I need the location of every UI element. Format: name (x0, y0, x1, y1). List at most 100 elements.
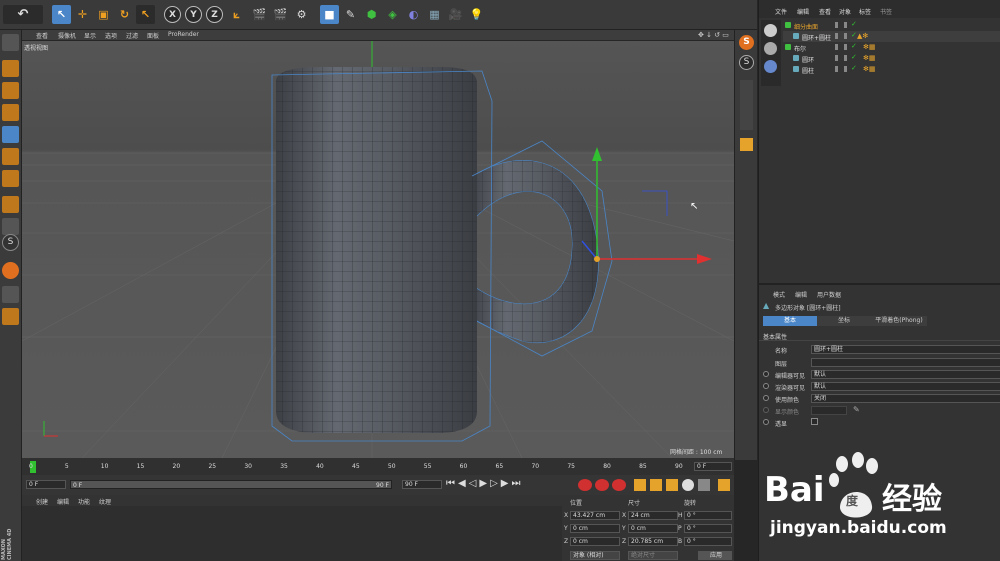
subdivision-icon[interactable]: ⬢ (362, 5, 381, 24)
rot-p-field[interactable]: 0 ° (684, 524, 732, 533)
snap-toggle-icon[interactable]: S (739, 55, 754, 70)
snap-icon[interactable]: S (2, 234, 19, 251)
quantize-icon[interactable] (740, 138, 753, 151)
render-view-icon[interactable]: 🎬 (250, 5, 269, 24)
transport-controls[interactable]: ⏮◀◁▶▷▶⏭ (446, 478, 523, 489)
anim-dot[interactable] (763, 407, 769, 413)
key-scale-icon[interactable] (650, 479, 662, 491)
attr-editor-visible-select[interactable]: 默认 (811, 370, 1000, 379)
anim-dot[interactable] (763, 371, 769, 377)
menu-prorender[interactable]: ProRender (168, 31, 199, 38)
material-menu-edit[interactable]: 编辑 (57, 497, 69, 506)
cube-icon[interactable]: ■ (320, 5, 339, 24)
object-name[interactable]: 布尔 (794, 44, 806, 53)
obj-sphere-icon[interactable] (764, 24, 777, 37)
visibility-dots-icon[interactable] (835, 44, 847, 50)
make-editable-icon[interactable] (2, 34, 19, 51)
menu-options[interactable]: 选项 (105, 31, 117, 40)
visibility-dots-icon[interactable] (835, 66, 847, 72)
points-mode-icon[interactable] (2, 126, 19, 143)
pos-y-field[interactable]: 0 cm (570, 524, 620, 533)
recent-tool-icon[interactable]: ↖ (136, 5, 155, 24)
timeline-ruler[interactable]: 0 5 10 15 20 25 30 35 40 45 50 55 60 65 70 75 80 85 90 0 F (22, 458, 734, 475)
obj-menu-objects[interactable]: 对象 (839, 7, 851, 16)
render-settings-icon[interactable]: ⚙ (292, 5, 311, 24)
tag-icon[interactable]: ✻▦ (863, 43, 875, 51)
object-name[interactable]: 圆环+圆柱 (802, 33, 831, 42)
visibility-dots-icon[interactable] (835, 22, 847, 28)
material-menu-texture[interactable]: 纹理 (99, 497, 111, 506)
workplane-icon[interactable] (2, 104, 19, 121)
tag-icon[interactable]: ✻▦ (863, 65, 875, 73)
tag-icon[interactable]: ▲✻ (857, 32, 868, 40)
visibility-dots-icon[interactable] (835, 33, 847, 39)
object-row[interactable]: 圆环+圆柱 ✓ ▲✻ (783, 31, 1000, 42)
pen-spline-icon[interactable]: ✎ (341, 5, 360, 24)
tag-icon[interactable]: ✻▦ (863, 54, 875, 62)
polygons-mode-icon[interactable] (2, 170, 19, 187)
locked-workplane-icon[interactable] (2, 308, 19, 325)
deformer-icon[interactable]: ◐ (404, 5, 423, 24)
attr-menu-edit[interactable]: 编辑 (795, 290, 807, 299)
object-name[interactable]: 圆环 (802, 55, 814, 64)
attr-render-visible-select[interactable]: 默认 (811, 382, 1000, 391)
enabled-check-icon[interactable]: ✓ (851, 42, 857, 50)
key-pla-icon[interactable] (698, 479, 710, 491)
viewport-solo-icon[interactable] (2, 286, 19, 303)
perspective-viewport[interactable]: 透视视图 网格间距 : 100 cm ↖ (22, 41, 734, 458)
attr-menu-userdata[interactable]: 用户数据 (817, 290, 841, 299)
size-x-field[interactable]: 24 cm (628, 511, 678, 520)
attr-menu-mode[interactable]: 模式 (773, 290, 785, 299)
obj-menu-file[interactable]: 文件 (775, 7, 787, 16)
start-frame-field[interactable]: 0 F (26, 480, 66, 489)
rotate-tool-icon[interactable]: ↻ (115, 5, 134, 24)
object-name[interactable]: 圆柱 (802, 66, 814, 75)
tab-basic[interactable]: 基本 (763, 316, 817, 326)
menu-filter[interactable]: 过滤 (126, 31, 138, 40)
select-tool-icon[interactable]: ↖ (52, 5, 71, 24)
end-frame-field[interactable]: 90 F (402, 480, 442, 489)
light-icon[interactable]: 💡 (467, 5, 486, 24)
attr-use-color-select[interactable]: 关闭 (811, 394, 1000, 403)
apply-button[interactable]: 应用 (698, 551, 732, 560)
y-axis-lock-icon[interactable]: Y (185, 6, 202, 23)
rot-b-field[interactable]: 0 ° (684, 537, 732, 546)
object-row[interactable]: 细分曲面 ✓ (783, 20, 1000, 31)
menu-panel[interactable]: 面板 (147, 31, 159, 40)
menu-cameras[interactable]: 摄像机 (58, 31, 76, 40)
timeline-window-icon[interactable] (718, 479, 730, 491)
pos-z-field[interactable]: 0 cm (570, 537, 620, 546)
current-frame-field[interactable]: 0 F (694, 462, 732, 471)
enabled-check-icon[interactable]: ✓ (851, 64, 857, 72)
key-position-icon[interactable] (634, 479, 646, 491)
enabled-check-icon[interactable]: ✓ (851, 31, 857, 39)
size-y-field[interactable]: 0 cm (628, 524, 678, 533)
tab-coordinates[interactable]: 坐标 (817, 316, 871, 326)
undo-icon[interactable]: ↶ (3, 5, 43, 24)
anim-dot[interactable] (763, 395, 769, 401)
x-axis-lock-icon[interactable]: X (164, 6, 181, 23)
menu-view[interactable]: 查看 (36, 31, 48, 40)
menu-display[interactable]: 显示 (84, 31, 96, 40)
model-mode-icon[interactable] (2, 60, 19, 77)
material-menu-create[interactable]: 创建 (36, 497, 48, 506)
object-row[interactable]: 布尔 ✓ ✻▦ (783, 42, 1000, 53)
move-tool-icon[interactable]: ✛ (73, 5, 92, 24)
tab-phong[interactable]: 平滑着色(Phong) (871, 316, 927, 326)
material-menu-function[interactable]: 功能 (78, 497, 90, 506)
color-picker-icon[interactable]: ✎ (853, 405, 860, 414)
enabled-check-icon[interactable]: ✓ (851, 20, 857, 28)
object-row[interactable]: 圆柱 ✓ ✻▦ (783, 64, 1000, 75)
visibility-dots-icon[interactable] (835, 55, 847, 61)
pos-x-field[interactable]: 43.427 cm (570, 511, 620, 520)
scale-tool-icon[interactable]: ▣ (94, 5, 113, 24)
enable-axis-icon[interactable] (2, 262, 19, 279)
array-icon[interactable]: ◈ (383, 5, 402, 24)
rot-h-field[interactable]: 0 ° (684, 511, 732, 520)
obj-menu-tags[interactable]: 标签 (859, 7, 871, 16)
snap-settings-icon[interactable]: S (739, 35, 754, 50)
size-z-field[interactable]: 20.785 cm (628, 537, 678, 546)
record-icon[interactable] (578, 479, 592, 491)
object-row[interactable]: 圆环 ✓ ✻▦ (783, 53, 1000, 64)
key-rotation-icon[interactable] (666, 479, 678, 491)
